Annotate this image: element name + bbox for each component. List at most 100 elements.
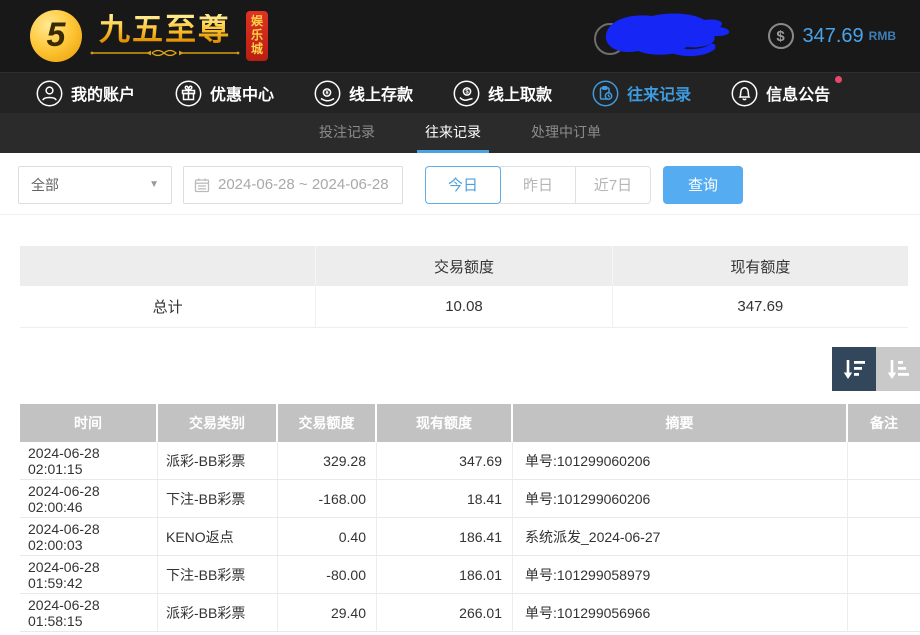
transaction-records-page: 5 九五至尊 娱乐城	[0, 0, 920, 635]
cell-remark	[848, 518, 920, 555]
category-select[interactable]: 全部 ▼	[18, 166, 172, 204]
quick-date-group: 今日 昨日 近7日	[425, 166, 651, 204]
table-row: 2024-06-28 01:58:15 派彩-BB彩票 29.40 266.01…	[20, 594, 920, 632]
logo-coin-icon: 5	[30, 10, 82, 62]
cell-time: 2024-06-28 02:00:03	[20, 518, 158, 555]
records-header-row: 时间 交易类别 交易额度 现有额度 摘要 备注	[20, 404, 920, 442]
cell-summary: 单号:101299060206	[513, 480, 848, 517]
site-header: 5 九五至尊 娱乐城	[0, 0, 920, 72]
header-balance: 现有额度	[377, 404, 513, 442]
cell-balance: 186.01	[377, 556, 513, 593]
cell-remark	[848, 556, 920, 593]
summary-total-balance: 347.69	[613, 286, 908, 327]
cell-time: 2024-06-28 02:00:46	[20, 480, 158, 517]
records-icon	[592, 80, 619, 107]
cell-balance: 186.41	[377, 518, 513, 555]
cell-remark	[848, 480, 920, 517]
records-table: 时间 交易类别 交易额度 现有额度 摘要 备注 2024-06-28 02:01…	[20, 404, 920, 632]
today-button[interactable]: 今日	[425, 166, 501, 204]
nav-item-my-account[interactable]: 我的账户	[36, 80, 135, 107]
cell-summary: 单号:101299058979	[513, 556, 848, 593]
balance-amount: 347.69	[803, 25, 864, 48]
yesterday-button[interactable]: 昨日	[500, 166, 576, 204]
summary-header-balance: 现有额度	[613, 246, 908, 286]
cell-remark	[848, 594, 920, 631]
cell-type: KENO返点	[158, 518, 278, 555]
header-type: 交易类别	[158, 404, 278, 442]
dollar-circle-icon: $	[768, 23, 794, 49]
nav-item-transaction-records[interactable]: 往来记录	[592, 80, 691, 107]
cell-summary: 系统派发_2024-06-27	[513, 518, 848, 555]
summary-total-transaction: 10.08	[316, 286, 612, 327]
main-nav: 我的账户 优惠中心 ¥ 线上存款 $ 线上取款	[0, 72, 920, 113]
cell-time: 2024-06-28 01:58:15	[20, 594, 158, 631]
logo-badge: 娱乐城	[246, 11, 268, 60]
cell-balance: 266.01	[377, 594, 513, 631]
date-range-value: 2024-06-28 ~ 2024-06-28	[218, 176, 389, 193]
summary-header-transaction: 交易额度	[316, 246, 612, 286]
cell-amount: 29.40	[278, 594, 377, 631]
nav-item-promotions[interactable]: 优惠中心	[175, 80, 274, 107]
header-amount: 交易额度	[278, 404, 377, 442]
cell-time: 2024-06-28 02:01:15	[20, 442, 158, 479]
notice-badge-dot	[835, 76, 842, 83]
date-range-input[interactable]: 2024-06-28 ~ 2024-06-28	[183, 166, 403, 204]
sort-asc-icon	[885, 356, 911, 382]
withdraw-icon: $	[453, 80, 480, 107]
header-summary: 摘要	[513, 404, 848, 442]
sort-asc-button[interactable]	[876, 347, 920, 391]
table-row: 2024-06-28 02:00:46 下注-BB彩票 -168.00 18.4…	[20, 480, 920, 518]
last7days-button[interactable]: 近7日	[575, 166, 651, 204]
chevron-down-icon: ▼	[149, 179, 159, 190]
header-remark: 备注	[848, 404, 920, 442]
logo-title: 九五至尊	[99, 14, 231, 45]
summary-total-label: 总计	[20, 286, 316, 327]
sort-desc-icon	[841, 356, 867, 382]
tab-transaction-records[interactable]: 往来记录	[417, 113, 489, 153]
person-icon	[36, 80, 63, 107]
summary-header-row: 交易额度 现有额度	[20, 246, 908, 286]
bell-icon	[731, 80, 758, 107]
category-selected-value: 全部	[31, 175, 59, 195]
table-row: 2024-06-28 02:00:03 KENO返点 0.40 186.41 系…	[20, 518, 920, 556]
nav-item-deposit[interactable]: ¥ 线上存款	[314, 80, 413, 107]
tab-processing-orders[interactable]: 处理中订单	[523, 113, 609, 153]
gift-icon	[175, 80, 202, 107]
cell-type: 派彩-BB彩票	[158, 442, 278, 479]
calendar-icon	[194, 177, 210, 193]
site-logo[interactable]: 5 九五至尊 娱乐城	[30, 10, 268, 62]
cell-remark	[848, 442, 920, 479]
cell-time: 2024-06-28 01:59:42	[20, 556, 158, 593]
cell-amount: 0.40	[278, 518, 377, 555]
summary-header-empty	[20, 246, 316, 286]
cell-type: 下注-BB彩票	[158, 556, 278, 593]
table-row: 2024-06-28 01:59:42 下注-BB彩票 -80.00 186.0…	[20, 556, 920, 594]
cell-summary: 单号:101299056966	[513, 594, 848, 631]
cell-amount: 329.28	[278, 442, 377, 479]
nav-item-notices[interactable]: 信息公告	[731, 80, 830, 107]
censor-scribble	[600, 9, 740, 63]
cell-balance: 18.41	[377, 480, 513, 517]
sort-controls	[0, 347, 920, 391]
deposit-icon: ¥	[314, 80, 341, 107]
cell-amount: -80.00	[278, 556, 377, 593]
cell-type: 下注-BB彩票	[158, 480, 278, 517]
balance-currency: RMB	[869, 29, 896, 43]
balance-display[interactable]: $ 347.69 RMB	[768, 23, 897, 49]
summary-total-row: 总计 10.08 347.69	[20, 286, 908, 328]
filter-bar: 全部 ▼ 2024-06-28 ~ 2024-06-28 今日 昨日 近7日 查…	[0, 153, 920, 215]
table-row: 2024-06-28 02:01:15 派彩-BB彩票 329.28 347.6…	[20, 442, 920, 480]
username-redacted-area	[592, 7, 742, 65]
record-tabs: 投注记录 往来记录 处理中订单	[0, 113, 920, 153]
summary-table: 交易额度 现有额度 总计 10.08 347.69	[20, 246, 908, 328]
cell-amount: -168.00	[278, 480, 377, 517]
header-time: 时间	[20, 404, 158, 442]
cell-balance: 347.69	[377, 442, 513, 479]
sort-desc-button[interactable]	[832, 347, 876, 391]
flourish-ornament-icon	[90, 48, 240, 58]
query-button[interactable]: 查询	[663, 166, 743, 204]
nav-item-withdraw[interactable]: $ 线上取款	[453, 80, 552, 107]
cell-summary: 单号:101299060206	[513, 442, 848, 479]
tab-betting-records[interactable]: 投注记录	[311, 113, 383, 153]
cell-type: 派彩-BB彩票	[158, 594, 278, 631]
